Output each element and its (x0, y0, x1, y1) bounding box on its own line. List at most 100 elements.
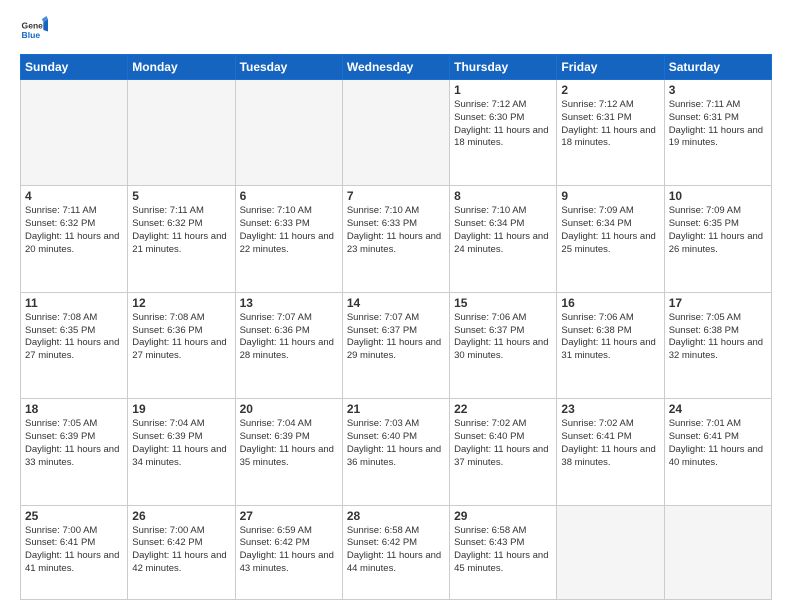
calendar-cell: 8 Sunrise: 7:10 AMSunset: 6:34 PMDaylight… (450, 186, 557, 292)
calendar-cell: 15 Sunrise: 7:06 AMSunset: 6:37 PMDayligh… (450, 292, 557, 398)
calendar-cell (235, 80, 342, 186)
day-number: 1 (454, 83, 552, 97)
calendar-cell: 23 Sunrise: 7:02 AMSunset: 6:41 PMDayligh… (557, 399, 664, 505)
day-number: 29 (454, 509, 552, 523)
calendar-cell (557, 505, 664, 599)
day-number: 24 (669, 402, 767, 416)
calendar-cell: 12 Sunrise: 7:08 AMSunset: 6:36 PMDayligh… (128, 292, 235, 398)
day-info: Sunrise: 7:12 AMSunset: 6:30 PMDaylight:… (454, 99, 552, 150)
day-info: Sunrise: 7:05 AMSunset: 6:38 PMDaylight:… (669, 312, 767, 363)
day-info: Sunrise: 7:11 AMSunset: 6:31 PMDaylight:… (669, 99, 767, 150)
day-info: Sunrise: 7:04 AMSunset: 6:39 PMDaylight:… (240, 418, 338, 469)
column-header-thursday: Thursday (450, 55, 557, 80)
calendar-cell: 24 Sunrise: 7:01 AMSunset: 6:41 PMDayligh… (664, 399, 771, 505)
day-number: 27 (240, 509, 338, 523)
calendar-header-row: SundayMondayTuesdayWednesdayThursdayFrid… (21, 55, 772, 80)
calendar-cell: 13Sunrise: 7:07 AMSunset: 6:36 PMDayligh… (235, 292, 342, 398)
calendar-cell: 10 Sunrise: 7:09 AMSunset: 6:35 PMDayligh… (664, 186, 771, 292)
day-info: Sunrise: 6:58 AMSunset: 6:43 PMDaylight:… (454, 525, 552, 576)
day-number: 26 (132, 509, 230, 523)
day-info: Sunrise: 7:06 AMSunset: 6:37 PMDaylight:… (454, 312, 552, 363)
calendar-cell: 26 Sunrise: 7:00 AMSunset: 6:42 PMDayligh… (128, 505, 235, 599)
day-info: Sunrise: 7:10 AMSunset: 6:34 PMDaylight:… (454, 205, 552, 256)
calendar-cell: 5 Sunrise: 7:11 AMSunset: 6:32 PMDaylight… (128, 186, 235, 292)
day-number: 7 (347, 189, 445, 203)
calendar-cell (664, 505, 771, 599)
calendar-table: SundayMondayTuesdayWednesdayThursdayFrid… (20, 54, 772, 600)
day-number: 2 (561, 83, 659, 97)
calendar-cell: 17 Sunrise: 7:05 AMSunset: 6:38 PMDayligh… (664, 292, 771, 398)
calendar-cell: 14Sunrise: 7:07 AMSunset: 6:37 PMDayligh… (342, 292, 449, 398)
column-header-saturday: Saturday (664, 55, 771, 80)
day-number: 15 (454, 296, 552, 310)
calendar-cell: 21 Sunrise: 7:03 AMSunset: 6:40 PMDayligh… (342, 399, 449, 505)
day-number: 6 (240, 189, 338, 203)
week-row-1: 1 Sunrise: 7:12 AMSunset: 6:30 PMDaylight… (21, 80, 772, 186)
day-info: Sunrise: 7:10 AMSunset: 6:33 PMDaylight:… (347, 205, 445, 256)
day-info: Sunrise: 7:03 AMSunset: 6:40 PMDaylight:… (347, 418, 445, 469)
column-header-tuesday: Tuesday (235, 55, 342, 80)
day-number: 3 (669, 83, 767, 97)
day-number: 14 (347, 296, 445, 310)
column-header-monday: Monday (128, 55, 235, 80)
week-row-4: 18 Sunrise: 7:05 AMSunset: 6:39 PMDayligh… (21, 399, 772, 505)
day-number: 18 (25, 402, 123, 416)
week-row-2: 4 Sunrise: 7:11 AMSunset: 6:32 PMDaylight… (21, 186, 772, 292)
header: General Blue (20, 16, 772, 44)
calendar-cell (128, 80, 235, 186)
calendar-cell: 2 Sunrise: 7:12 AMSunset: 6:31 PMDaylight… (557, 80, 664, 186)
day-info: Sunrise: 7:05 AMSunset: 6:39 PMDaylight:… (25, 418, 123, 469)
calendar-cell: 4 Sunrise: 7:11 AMSunset: 6:32 PMDaylight… (21, 186, 128, 292)
day-number: 25 (25, 509, 123, 523)
svg-text:Blue: Blue (22, 30, 41, 40)
day-number: 19 (132, 402, 230, 416)
day-number: 22 (454, 402, 552, 416)
day-number: 4 (25, 189, 123, 203)
day-info: Sunrise: 7:08 AMSunset: 6:36 PMDaylight:… (132, 312, 230, 363)
column-header-wednesday: Wednesday (342, 55, 449, 80)
calendar-cell: 6 Sunrise: 7:10 AMSunset: 6:33 PMDaylight… (235, 186, 342, 292)
day-info: Sunrise: 7:02 AMSunset: 6:40 PMDaylight:… (454, 418, 552, 469)
column-header-sunday: Sunday (21, 55, 128, 80)
day-info: Sunrise: 6:59 AMSunset: 6:42 PMDaylight:… (240, 525, 338, 576)
day-info: Sunrise: 7:10 AMSunset: 6:33 PMDaylight:… (240, 205, 338, 256)
generalblue-logo-icon: General Blue (20, 16, 48, 44)
day-number: 23 (561, 402, 659, 416)
calendar-cell: 9 Sunrise: 7:09 AMSunset: 6:34 PMDaylight… (557, 186, 664, 292)
calendar-cell: 27 Sunrise: 6:59 AMSunset: 6:42 PMDayligh… (235, 505, 342, 599)
day-info: Sunrise: 7:09 AMSunset: 6:34 PMDaylight:… (561, 205, 659, 256)
day-info: Sunrise: 7:01 AMSunset: 6:41 PMDaylight:… (669, 418, 767, 469)
calendar-cell (342, 80, 449, 186)
week-row-5: 25 Sunrise: 7:00 AMSunset: 6:41 PMDayligh… (21, 505, 772, 599)
day-info: Sunrise: 7:02 AMSunset: 6:41 PMDaylight:… (561, 418, 659, 469)
day-number: 9 (561, 189, 659, 203)
day-info: Sunrise: 6:58 AMSunset: 6:42 PMDaylight:… (347, 525, 445, 576)
day-number: 21 (347, 402, 445, 416)
day-number: 12 (132, 296, 230, 310)
column-header-friday: Friday (557, 55, 664, 80)
day-number: 20 (240, 402, 338, 416)
day-info: Sunrise: 7:09 AMSunset: 6:35 PMDaylight:… (669, 205, 767, 256)
day-info: Sunrise: 7:08 AMSunset: 6:35 PMDaylight:… (25, 312, 123, 363)
calendar-cell: 28 Sunrise: 6:58 AMSunset: 6:42 PMDayligh… (342, 505, 449, 599)
day-info: Sunrise: 7:07 AMSunset: 6:36 PMDaylight:… (240, 312, 338, 363)
day-info: Sunrise: 7:12 AMSunset: 6:31 PMDaylight:… (561, 99, 659, 150)
day-info: Sunrise: 7:00 AMSunset: 6:42 PMDaylight:… (132, 525, 230, 576)
day-info: Sunrise: 7:11 AMSunset: 6:32 PMDaylight:… (25, 205, 123, 256)
calendar-cell: 3 Sunrise: 7:11 AMSunset: 6:31 PMDaylight… (664, 80, 771, 186)
calendar-cell: 7 Sunrise: 7:10 AMSunset: 6:33 PMDaylight… (342, 186, 449, 292)
day-number: 5 (132, 189, 230, 203)
day-number: 17 (669, 296, 767, 310)
day-info: Sunrise: 7:00 AMSunset: 6:41 PMDaylight:… (25, 525, 123, 576)
day-info: Sunrise: 7:04 AMSunset: 6:39 PMDaylight:… (132, 418, 230, 469)
day-number: 8 (454, 189, 552, 203)
day-number: 28 (347, 509, 445, 523)
calendar-cell: 29 Sunrise: 6:58 AMSunset: 6:43 PMDayligh… (450, 505, 557, 599)
day-number: 10 (669, 189, 767, 203)
calendar-cell: 22 Sunrise: 7:02 AMSunset: 6:40 PMDayligh… (450, 399, 557, 505)
day-number: 11 (25, 296, 123, 310)
day-info: Sunrise: 7:06 AMSunset: 6:38 PMDaylight:… (561, 312, 659, 363)
day-info: Sunrise: 7:11 AMSunset: 6:32 PMDaylight:… (132, 205, 230, 256)
week-row-3: 11 Sunrise: 7:08 AMSunset: 6:35 PMDayligh… (21, 292, 772, 398)
calendar-cell: 11 Sunrise: 7:08 AMSunset: 6:35 PMDayligh… (21, 292, 128, 398)
